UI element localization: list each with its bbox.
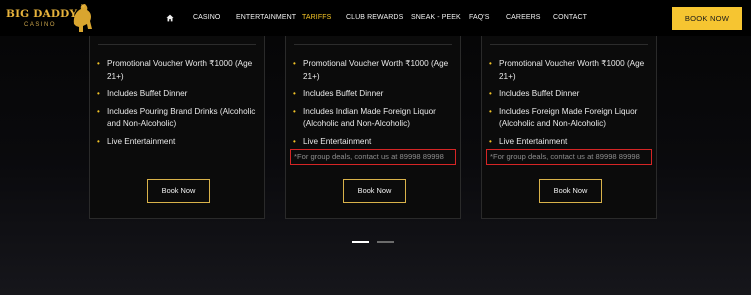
feature-list: • Promotional Voucher Worth ₹1000 (Age 21… <box>293 58 459 153</box>
feature-item: • Includes Buffet Dinner <box>97 88 263 101</box>
bullet-icon: • <box>97 136 100 146</box>
feature-item: • Promotional Voucher Worth ₹1000 (Age 21… <box>489 59 645 81</box>
bullet-icon: • <box>489 106 492 116</box>
nav-contact[interactable]: CONTACT <box>553 14 587 21</box>
lion-icon <box>73 4 92 32</box>
card-divider <box>490 44 648 45</box>
bullet-icon: • <box>293 106 296 116</box>
nav-casino[interactable]: CASINO <box>193 14 220 21</box>
feature-list: • Promotional Voucher Worth ₹1000 (Age 21… <box>489 58 655 153</box>
nav-tariffs[interactable]: TARIFFS <box>302 14 331 21</box>
feature-item: • Live Entertainment <box>293 136 459 149</box>
feature-item: • Live Entertainment <box>489 136 655 149</box>
book-now-button[interactable]: Book Now <box>343 179 406 203</box>
site-header: BIG DADDY CASINO CASINO ENTERTAINMENT TA… <box>0 0 751 36</box>
card-divider <box>294 44 452 45</box>
feature-item: • Includes Buffet Dinner <box>293 88 459 101</box>
bullet-icon: • <box>293 59 296 68</box>
feature-item: • Includes Pouring Brand Drinks (Alcoholi… <box>97 106 256 129</box>
bullet-icon: • <box>97 106 100 116</box>
bullet-icon: • <box>489 136 492 146</box>
header-book-now-button[interactable]: BOOK NOW <box>672 7 742 30</box>
nav-club-rewards[interactable]: CLUB REWARDS <box>346 14 403 21</box>
book-now-button[interactable]: Book Now <box>147 179 210 203</box>
bullet-icon: • <box>97 59 100 68</box>
logo-wordmark: BIG DADDY <box>6 8 78 20</box>
bullet-icon: • <box>489 59 492 68</box>
logo[interactable]: BIG DADDY CASINO <box>0 0 100 36</box>
nav-entertainment[interactable]: ENTERTAINMENT <box>236 14 296 21</box>
bullet-icon: • <box>489 89 492 98</box>
feature-item: • Includes Foreign Made Foreign Liquor (A… <box>489 106 638 129</box>
bullet-icon: • <box>293 89 296 98</box>
nav-careers[interactable]: CAREERS <box>506 14 541 21</box>
card-divider <box>98 44 256 45</box>
carousel-dot-1[interactable] <box>352 241 369 243</box>
feature-item: • Promotional Voucher Worth ₹1000 (Age 21… <box>97 59 253 81</box>
feature-item: • Live Entertainment <box>97 136 263 149</box>
feature-item: • Includes Indian Made Foreign Liquor (Al… <box>293 106 436 129</box>
feature-item: • Includes Buffet Dinner <box>489 88 655 101</box>
group-deal-note: *For group deals, contact us at 89998 89… <box>290 149 456 165</box>
book-now-button[interactable]: Book Now <box>539 179 602 203</box>
feature-list: • Promotional Voucher Worth ₹1000 (Age 21… <box>97 58 263 153</box>
feature-item: • Promotional Voucher Worth ₹1000 (Age 21… <box>293 59 449 81</box>
logo-subtitle: CASINO <box>24 22 57 28</box>
nav-faqs[interactable]: FAQ'S <box>469 14 490 21</box>
bullet-icon: • <box>97 89 100 98</box>
nav-sneak-peek[interactable]: SNEAK - PEEK <box>411 14 461 21</box>
group-deal-note: *For group deals, contact us at 89998 89… <box>486 149 652 165</box>
bullet-icon: • <box>293 136 296 146</box>
carousel-dot-2[interactable] <box>377 241 394 243</box>
home-icon[interactable] <box>166 14 174 22</box>
